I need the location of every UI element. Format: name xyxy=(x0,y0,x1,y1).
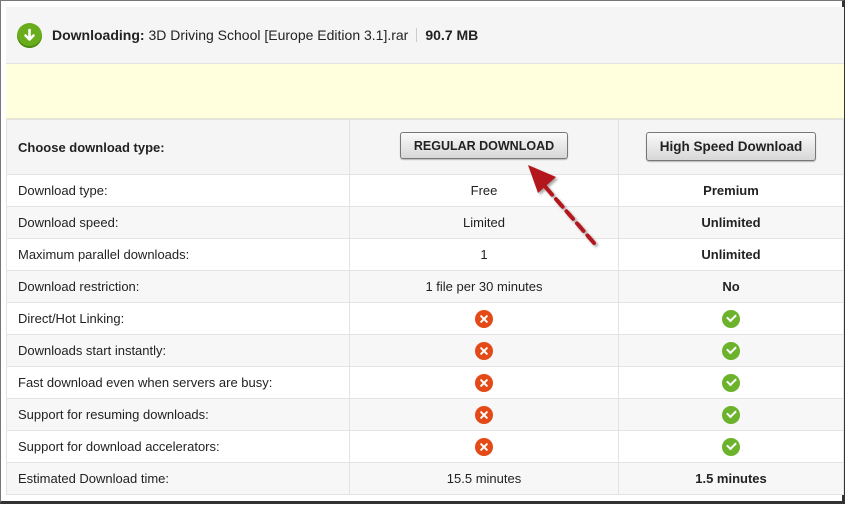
high-speed-download-cell: High Speed Download xyxy=(618,119,844,175)
cross-icon xyxy=(475,341,493,360)
table-row: Download type: Free Premium xyxy=(6,174,844,207)
file-name: 3D Driving School [Europe Edition 3.1].r… xyxy=(148,27,409,43)
download-header: Downloading: 3D Driving School [Europe E… xyxy=(6,7,844,64)
feature-label: Download restriction: xyxy=(6,270,350,303)
download-options-table: Choose download type: REGULAR DOWNLOAD H… xyxy=(6,119,844,495)
high-speed-download-button[interactable]: High Speed Download xyxy=(645,131,817,161)
cross-icon xyxy=(475,437,493,456)
regular-download-cell: REGULAR DOWNLOAD xyxy=(349,119,619,175)
premium-value-cell xyxy=(618,366,844,399)
cross-icon xyxy=(475,309,493,328)
separator xyxy=(416,28,418,42)
free-value-cell xyxy=(349,398,619,431)
table-row: Download restriction: 1 file per 30 minu… xyxy=(6,270,844,303)
free-value: Limited xyxy=(349,206,619,239)
feature-label: Fast download even when servers are busy… xyxy=(6,366,350,399)
free-value: 1 file per 30 minutes xyxy=(349,270,619,303)
table-row: Download speed: Limited Unlimited xyxy=(6,206,844,239)
cross-icon xyxy=(475,405,493,424)
check-icon xyxy=(722,341,740,360)
check-icon xyxy=(722,309,740,328)
free-value: 1 xyxy=(349,238,619,271)
download-page-frame: Downloading: 3D Driving School [Europe E… xyxy=(0,0,845,504)
check-icon xyxy=(722,437,740,456)
feature-label: Download speed: xyxy=(6,206,350,239)
premium-value: Unlimited xyxy=(618,206,844,239)
choose-label: Choose download type: xyxy=(6,119,350,175)
table-row: Direct/Hot Linking: xyxy=(6,302,844,335)
free-value: 15.5 minutes xyxy=(349,462,619,495)
premium-value-cell xyxy=(618,398,844,431)
table-row: Estimated Download time: 15.5 minutes 1.… xyxy=(6,462,844,495)
premium-value-cell xyxy=(618,302,844,335)
table-row: Support for resuming downloads: xyxy=(6,398,844,431)
table-row: Downloads start instantly: xyxy=(6,334,844,367)
premium-value: Unlimited xyxy=(618,238,844,271)
free-value-cell xyxy=(349,334,619,367)
free-value-cell xyxy=(349,430,619,463)
free-value: Free xyxy=(349,174,619,207)
feature-label: Support for resuming downloads: xyxy=(6,398,350,431)
check-icon xyxy=(722,405,740,424)
notice-banner xyxy=(6,64,844,119)
feature-label: Downloads start instantly: xyxy=(6,334,350,367)
table-row: Maximum parallel downloads: 1 Unlimited xyxy=(6,238,844,271)
premium-value-cell xyxy=(618,334,844,367)
free-value-cell xyxy=(349,302,619,335)
premium-value: No xyxy=(618,270,844,303)
premium-value-cell xyxy=(618,430,844,463)
feature-label: Maximum parallel downloads: xyxy=(6,238,350,271)
cross-icon xyxy=(475,373,493,392)
feature-label: Download type: xyxy=(6,174,350,207)
table-row: Fast download even when servers are busy… xyxy=(6,366,844,399)
choose-row: Choose download type: REGULAR DOWNLOAD H… xyxy=(6,119,844,175)
check-icon xyxy=(722,373,740,392)
feature-label: Estimated Download time: xyxy=(6,462,350,495)
table-row: Support for download accelerators: xyxy=(6,430,844,463)
download-info: Downloading: 3D Driving School [Europe E… xyxy=(52,27,478,43)
free-value-cell xyxy=(349,366,619,399)
premium-value: Premium xyxy=(618,174,844,207)
downloading-label: Downloading: xyxy=(52,27,145,43)
file-size: 90.7 MB xyxy=(425,27,479,43)
feature-label: Direct/Hot Linking: xyxy=(6,302,350,335)
premium-value: 1.5 minutes xyxy=(618,462,844,495)
download-arrow-icon xyxy=(17,22,42,48)
feature-label: Support for download accelerators: xyxy=(6,430,350,463)
regular-download-button[interactable]: REGULAR DOWNLOAD xyxy=(399,131,569,159)
